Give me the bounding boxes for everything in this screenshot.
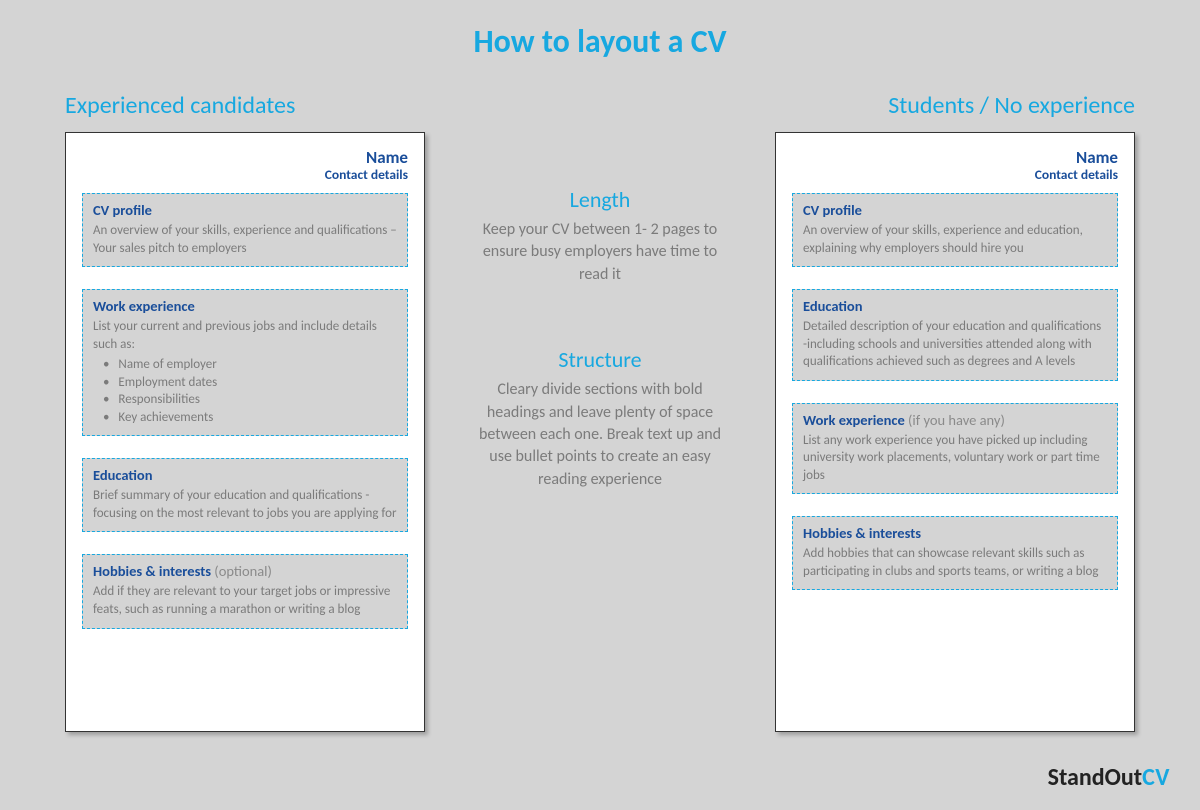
structure-body: Cleary divide sections with bold heading…	[455, 379, 745, 491]
cv-section: Education Brief summary of your education…	[82, 458, 408, 532]
section-title: CV profile	[803, 201, 862, 219]
section-title: CV profile	[93, 201, 152, 219]
logo-standout: StandOut	[1048, 763, 1142, 792]
experienced-heading: Experienced candidates	[65, 91, 425, 120]
section-title: Education	[803, 297, 863, 315]
cv-section: Hobbies & interests Add hobbies that can …	[792, 516, 1118, 590]
section-title: Work experience	[93, 297, 195, 315]
section-bullet-list: Name of employerEmployment datesResponsi…	[93, 356, 397, 426]
cv-contact-label: Contact details	[82, 166, 408, 183]
section-body: Add hobbies that can showcase relevant s…	[803, 545, 1107, 580]
cv-section: Work experience (if you have any) List an…	[792, 403, 1118, 495]
section-title: Education	[93, 466, 153, 484]
section-bullet: Name of employer	[93, 356, 397, 374]
section-title: Work experience	[803, 411, 905, 429]
cv-name-label: Name	[82, 147, 408, 168]
cv-contact-label: Contact details	[792, 166, 1118, 183]
section-bullet: Responsibilities	[93, 391, 397, 409]
section-body: List your current and previous jobs and …	[93, 318, 397, 426]
section-body: Add if they are relevant to your target …	[93, 583, 397, 618]
cv-section: CV profile An overview of your skills, ex…	[82, 193, 408, 267]
section-title: Hobbies & interests	[93, 562, 211, 580]
cv-section: Education Detailed description of your ed…	[792, 289, 1118, 381]
cv-section: Hobbies & interests (optional) Add if the…	[82, 554, 408, 628]
section-title-note: (if you have any)	[905, 411, 1005, 429]
experienced-cv-box: Name Contact details CV profile An overvi…	[65, 132, 425, 732]
section-title-note: (optional)	[211, 562, 272, 580]
section-body: Brief summary of your education and qual…	[93, 487, 397, 522]
brand-logo: StandOutCV	[1048, 763, 1170, 792]
section-body: An overview of your skills, experience a…	[803, 222, 1107, 257]
section-bullet: Employment dates	[93, 374, 397, 392]
structure-title: Structure	[455, 346, 745, 373]
students-column: Students / No experience Name Contact de…	[775, 91, 1135, 732]
students-cv-box: Name Contact details CV profile An overvi…	[775, 132, 1135, 732]
cv-section: Work experience List your current and pre…	[82, 289, 408, 436]
structure-guidance: Structure Cleary divide sections with bo…	[455, 346, 745, 491]
students-heading: Students / No experience	[775, 91, 1135, 120]
logo-cv: CV	[1142, 763, 1170, 792]
length-title: Length	[455, 186, 745, 213]
layout-columns: Experienced candidates Name Contact deta…	[0, 61, 1200, 732]
experienced-column: Experienced candidates Name Contact deta…	[65, 91, 425, 732]
cv-header: Name Contact details	[792, 147, 1118, 183]
section-bullet: Key achievements	[93, 409, 397, 427]
guidance-column: Length Keep your CV between 1- 2 pages t…	[455, 91, 745, 732]
cv-header: Name Contact details	[82, 147, 408, 183]
length-guidance: Length Keep your CV between 1- 2 pages t…	[455, 186, 745, 286]
section-body: List any work experience you have picked…	[803, 432, 1107, 485]
section-body: An overview of your skills, experience a…	[93, 222, 397, 257]
length-body: Keep your CV between 1- 2 pages to ensur…	[455, 219, 745, 286]
cv-name-label: Name	[792, 147, 1118, 168]
section-title: Hobbies & interests	[803, 524, 921, 542]
section-body: Detailed description of your education a…	[803, 318, 1107, 371]
page-title: How to layout a CV	[0, 0, 1200, 61]
cv-section: CV profile An overview of your skills, ex…	[792, 193, 1118, 267]
